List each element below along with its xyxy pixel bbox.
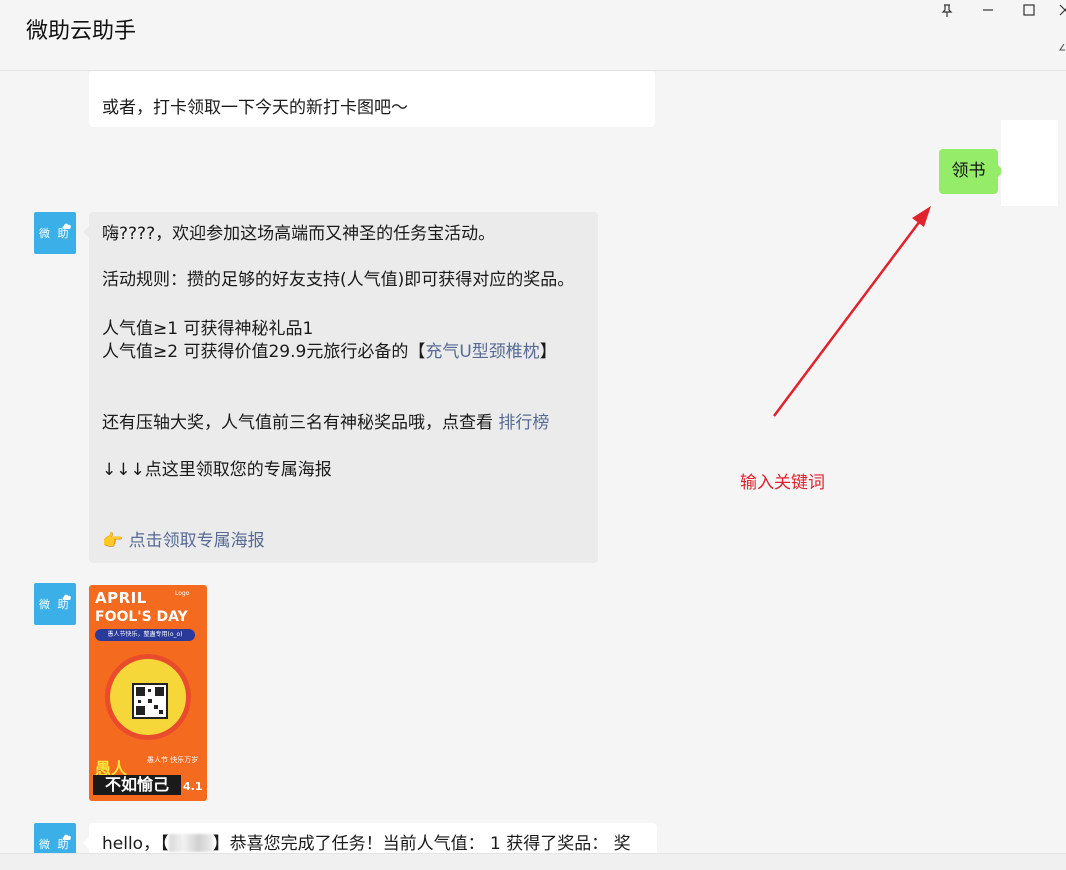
pin-button[interactable] xyxy=(932,0,962,22)
cloud-icon xyxy=(62,834,71,840)
poster-title-line2: FOOL'S DAY xyxy=(95,609,188,625)
prize1-text: 人气值≥1 可获得神秘礼品1 xyxy=(102,319,314,339)
poster-title-line1: APRIL xyxy=(95,589,147,607)
prize2-link[interactable]: 充气U型颈椎枕 xyxy=(425,342,539,362)
poster-date: 4.1 xyxy=(183,780,203,793)
more-icon[interactable] xyxy=(1058,42,1066,54)
rank-link[interactable]: 排行榜 xyxy=(498,413,549,433)
prize2-prefix: 人气值≥2 可获得价值29.9元旅行必备的【 xyxy=(102,342,426,362)
minimize-button[interactable] xyxy=(973,0,1003,22)
my-avatar[interactable] xyxy=(1001,120,1058,206)
greeting-text: 嗨????，欢迎参加这场高端而又神圣的任务宝活动。 xyxy=(102,224,496,244)
message-bubble-prev: 或者，打卡领取一下今天的新打卡图吧～ xyxy=(89,71,655,127)
completion-prefix: hello，【 xyxy=(102,834,169,853)
pin-icon xyxy=(941,4,953,17)
poster-bottom-text2: 不如愉己 xyxy=(93,775,181,795)
prize2-suffix: 】 xyxy=(539,342,557,362)
title-bar: 微助云助手 xyxy=(0,0,1066,71)
bot-avatar[interactable]: 微 助 xyxy=(34,823,76,853)
completion-suffix: 】恭喜您完成了任务！当前人气值： 1 获得了奖品： 奖 xyxy=(212,834,631,853)
poster-link[interactable]: 点击领取专属海报 xyxy=(129,531,265,551)
my-message-bubble: 领书 xyxy=(939,149,1004,194)
annotation-arrow xyxy=(772,206,931,417)
close-button[interactable] xyxy=(1050,0,1066,22)
cloud-icon xyxy=(62,594,71,600)
poster-link-line: 👉 点击领取专属海报 xyxy=(102,530,265,553)
bot-avatar[interactable]: 微 助 xyxy=(34,583,76,625)
message-text: 或者，打卡领取一下今天的新打卡图吧～ xyxy=(102,98,408,118)
cloud-icon xyxy=(62,223,71,229)
poster-hint-text: ↓↓↓点这里领取您的专属海报 xyxy=(102,460,332,480)
window-title: 微助云助手 xyxy=(26,19,137,44)
poster-image[interactable]: APRIL FOOL'S DAY Logo 愚人节快乐，整蛊专用(o_o) 愚人… xyxy=(89,585,207,801)
chat-area[interactable]: 或者，打卡领取一下今天的新打卡图吧～ 领书 输入关键词 微 助 嗨????，欢迎… xyxy=(0,71,1066,853)
poster-logo: Logo xyxy=(175,590,190,597)
redacted-username xyxy=(168,834,213,852)
completion-line: hello，【 】恭喜您完成了任务！当前人气值： 1 获得了奖品： 奖 xyxy=(102,833,631,853)
close-icon xyxy=(1059,4,1066,16)
annotation-label: 输入关键词 xyxy=(740,473,825,493)
bot-welcome-bubble: 嗨????，欢迎参加这场高端而又神圣的任务宝活动。 活动规则：攒的足够的好友支持… xyxy=(83,212,598,563)
bottom-bar xyxy=(0,853,1066,870)
poster-side-text: 愚人节 快乐万岁 xyxy=(147,756,199,764)
pointing-hand-icon: 👉 xyxy=(102,531,124,551)
qr-code-icon xyxy=(132,683,168,719)
completion-bubble: hello，【 】恭喜您完成了任务！当前人气值： 1 获得了奖品： 奖 xyxy=(83,823,657,853)
rank-line: 还有压轴大奖，人气值前三名有神秘奖品哦，点查看 排行榜 xyxy=(102,412,549,435)
prize2-line: 人气值≥2 可获得价值29.9元旅行必备的【充气U型颈椎枕】 xyxy=(102,341,557,364)
maximize-button[interactable] xyxy=(1014,0,1044,22)
bot-avatar[interactable]: 微 助 xyxy=(34,212,76,254)
minimize-icon xyxy=(983,9,993,11)
rules-text: 活动规则：攒的足够的好友支持(人气值)即可获得对应的奖品。 xyxy=(102,270,575,290)
maximize-icon xyxy=(1023,4,1035,16)
poster-banner: 愚人节快乐，整蛊专用(o_o) xyxy=(95,629,195,641)
rank-prefix: 还有压轴大奖，人气值前三名有神秘奖品哦，点查看 xyxy=(102,413,499,433)
